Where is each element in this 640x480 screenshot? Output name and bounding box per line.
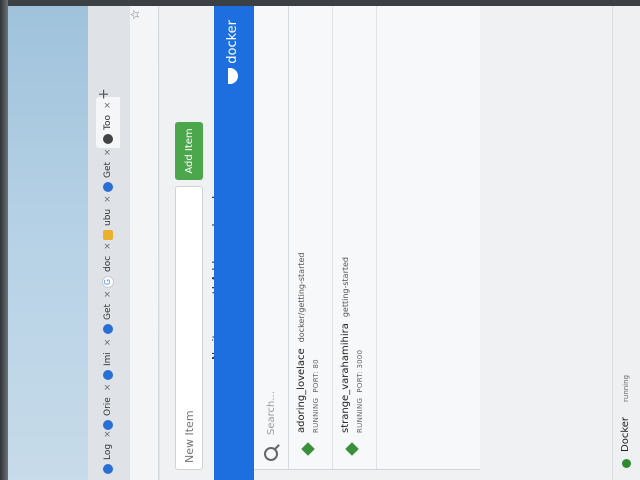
footer-title: Docker — [620, 416, 631, 452]
screen-bezel-left — [0, 0, 8, 480]
port-text: PORT: 80 — [312, 359, 320, 393]
photo-frame: Log × Orie × Imi × Get × Gdoc × ubu × Get × Too… — [0, 0, 640, 480]
docker-dashboard: docker Search... adoring_lovelace docker/… — [0, 0, 640, 480]
status-text: RUNNING — [312, 397, 320, 433]
container-name: strange_varahamihira getting-started — [340, 257, 351, 433]
containers-panel: Search... adoring_lovelace docker/getting… — [254, 0, 480, 470]
brand-name: docker — [225, 20, 240, 64]
container-name-text: adoring_lovelace — [296, 348, 307, 433]
dashboard-footer: Docker running — [612, 0, 640, 480]
docker-logo: docker — [225, 20, 240, 84]
search-icon — [264, 447, 278, 461]
container-row[interactable]: strange_varahamihira getting-started RUNN… — [332, 0, 377, 469]
container-row[interactable]: adoring_lovelace docker/getting-started R… — [288, 0, 333, 469]
screen-bezel-top — [0, 0, 640, 6]
container-name-text: strange_varahamihira — [340, 323, 351, 433]
search-bar[interactable]: Search... — [254, 0, 289, 469]
whale-icon — [227, 67, 238, 84]
status-text: RUNNING — [356, 397, 364, 433]
container-cube-icon — [345, 442, 359, 456]
docker-header: docker — [214, 0, 254, 480]
running-status-icon — [622, 459, 631, 468]
container-cube-icon — [301, 442, 315, 456]
container-name: adoring_lovelace docker/getting-started — [296, 253, 307, 434]
port-text: PORT: 3000 — [356, 349, 364, 393]
container-image: getting-started — [341, 256, 350, 318]
rotated-screen: Log × Orie × Imi × Get × Gdoc × ubu × Get × Too… — [0, 0, 640, 480]
footer-status: running — [622, 374, 630, 402]
container-image: docker/getting-started — [297, 252, 306, 343]
container-status: RUNNING PORT: 80 — [312, 359, 320, 433]
search-input[interactable]: Search... — [266, 391, 277, 435]
container-status: RUNNING PORT: 3000 — [356, 350, 364, 433]
